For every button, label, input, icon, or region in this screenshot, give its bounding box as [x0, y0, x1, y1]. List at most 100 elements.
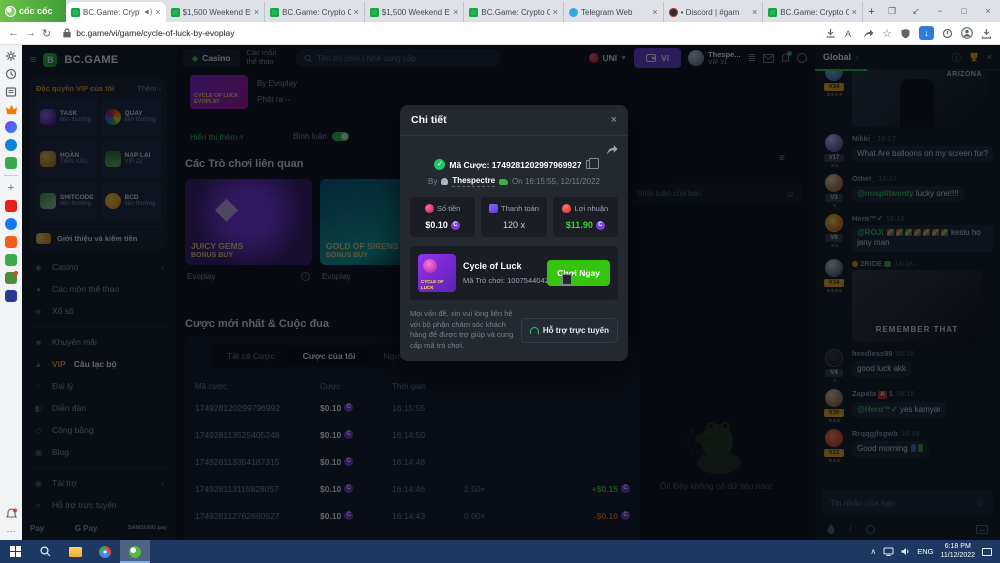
sync-icon[interactable]	[942, 28, 953, 39]
tab-telegram[interactable]: Telegram Web ×	[564, 2, 664, 22]
tab-bcgame-4[interactable]: BC.Game: Crypto Ca ×	[763, 2, 863, 22]
active-download-icon[interactable]: ↓	[919, 26, 934, 40]
profile-icon[interactable]	[961, 27, 973, 39]
zalo-icon[interactable]	[5, 139, 17, 151]
close-modal-icon[interactable]: ×	[611, 114, 617, 126]
system-tray: ∧ ENG 6:18 PM 11/12/2022	[870, 543, 1000, 561]
facebook-icon[interactable]	[5, 218, 17, 230]
plant-app-icon[interactable]	[5, 272, 17, 284]
forward-icon[interactable]: →	[25, 27, 36, 39]
url-text: bc.game/vi/game/cycle-of-luck-by-evoplay	[76, 28, 234, 38]
bcgame-favicon	[370, 8, 379, 17]
browser-side-rail: + ⋯	[0, 45, 22, 540]
support-note: Mọi vấn đề, xin vui lòng liên hệ với bộ …	[410, 309, 514, 351]
bookmark-star-icon[interactable]: ☆	[882, 27, 892, 40]
notifications-bell-icon[interactable]	[6, 508, 17, 520]
tray-expand-icon[interactable]: ∧	[870, 547, 876, 556]
crocodile-icon	[499, 179, 508, 185]
live-support-button[interactable]: Hỗ trợ trực tuyến	[521, 318, 618, 343]
game-title: Cycle of Luck	[463, 261, 540, 271]
play-now-button[interactable]: Chơi Ngay	[547, 260, 610, 286]
adblock-shield-icon[interactable]	[900, 28, 911, 39]
clock[interactable]: 6:18 PM 11/12/2022	[940, 543, 975, 561]
share-bet-icon[interactable]	[606, 144, 618, 155]
tab-bcgame-1[interactable]: BC.Game: Crypto ◄) ×	[66, 2, 166, 22]
history-icon[interactable]	[5, 68, 17, 80]
close-tab-icon[interactable]: ×	[155, 7, 160, 17]
close-window-button[interactable]: ×	[976, 0, 1000, 22]
language-indicator[interactable]: ENG	[917, 547, 933, 556]
close-tab-icon[interactable]: ×	[752, 7, 757, 17]
add-shortcut-icon[interactable]: +	[8, 182, 14, 194]
brand-label: cốc cốc	[19, 6, 53, 16]
collapse-icon[interactable]: ↙	[904, 0, 928, 22]
discord-favicon	[669, 8, 678, 17]
reading-list-icon[interactable]	[5, 86, 17, 98]
screen: cốc cốc BC.Game: Crypto ◄) × $1,500 Week…	[0, 0, 1000, 563]
new-tab-button[interactable]: +	[863, 2, 880, 22]
close-tab-icon[interactable]: ×	[553, 7, 558, 17]
audio-playing-icon[interactable]: ◄)	[143, 9, 152, 16]
chrome-icon[interactable]	[90, 540, 120, 563]
coccoc-brand: cốc cốc	[0, 0, 66, 22]
tab-weekend-2[interactable]: $1,500 Weekend Ev ×	[365, 2, 465, 22]
url-box[interactable]: bc.game/vi/game/cycle-of-luck-by-evoplay	[57, 28, 819, 38]
bcgame-favicon	[469, 8, 478, 17]
telegram-favicon	[569, 8, 578, 17]
more-icon[interactable]: ⋯	[7, 526, 16, 537]
modal-title: Chi tiết	[411, 114, 447, 126]
tab-discord[interactable]: • Discord | #gam ×	[664, 2, 764, 22]
close-tab-icon[interactable]: ×	[254, 7, 259, 17]
youtube-icon[interactable]	[5, 200, 17, 212]
browser-tab-bar: cốc cốc BC.Game: Crypto ◄) × $1,500 Week…	[0, 0, 1000, 22]
downloads-tray-icon[interactable]	[981, 28, 992, 39]
copy-icon[interactable]	[559, 276, 567, 285]
close-tab-icon[interactable]: ×	[652, 7, 657, 17]
game-thumbnail[interactable]: CYCLE OF LUCK	[418, 254, 456, 292]
bet-details-modal: Chi tiết × ✓ Mã Cược: 174928120299796992…	[400, 105, 628, 361]
tab-weekend-1[interactable]: $1,500 Weekend Ev ×	[166, 2, 266, 22]
tab-bcgame-3[interactable]: BC.Game: Crypto Ca ×	[464, 2, 564, 22]
close-tab-icon[interactable]: ×	[852, 7, 857, 17]
translate-icon[interactable]: A	[844, 28, 855, 39]
close-tab-icon[interactable]: ×	[453, 7, 458, 17]
close-tab-icon[interactable]: ×	[354, 7, 359, 17]
start-button[interactable]	[0, 540, 30, 563]
bet-id: Mã Cược: 1749281202997969927	[449, 160, 581, 170]
volume-icon[interactable]	[901, 547, 910, 556]
reload-icon[interactable]: ↻	[42, 27, 51, 40]
save-page-icon[interactable]	[825, 28, 836, 39]
shopee-app-icon[interactable]	[5, 236, 17, 248]
stat-payout: Thanh toán 120 x	[481, 197, 546, 237]
game-id: Mã Trò chơi: 1007544042...	[463, 276, 555, 285]
bet-username[interactable]: Thespectre	[452, 176, 495, 187]
coin-icon: C	[596, 221, 605, 230]
taskbar-search-icon[interactable]	[30, 540, 60, 563]
coccoc-taskbar-icon[interactable]	[120, 540, 150, 563]
maximize-button[interactable]: □	[952, 0, 976, 22]
file-explorer-icon[interactable]	[60, 540, 90, 563]
coin-icon: C	[451, 221, 460, 230]
network-icon[interactable]	[883, 547, 894, 556]
share-icon[interactable]	[863, 28, 874, 39]
minimize-button[interactable]: −	[928, 0, 952, 22]
verified-check-icon: ✓	[434, 159, 445, 170]
green-app-icon[interactable]	[5, 254, 17, 266]
amount-icon	[425, 204, 434, 213]
browser-address-bar: ← → ↻ bc.game/vi/game/cycle-of-luck-by-e…	[0, 22, 1000, 45]
crown-icon[interactable]	[5, 104, 18, 115]
settings-gear-icon[interactable]	[5, 50, 17, 62]
bet-timestamp: On 16:15:55, 12/11/2022	[512, 177, 600, 186]
back-icon[interactable]: ←	[8, 27, 19, 39]
copy-icon[interactable]	[586, 160, 594, 169]
snapshot-icon[interactable]: ❐	[880, 0, 904, 22]
game-art-circle	[423, 259, 437, 273]
gamepad-icon[interactable]	[5, 157, 17, 169]
action-center-icon[interactable]	[982, 548, 992, 556]
navy-app-icon[interactable]	[5, 290, 17, 302]
window-controls: ❐ ↙ − □ ×	[880, 0, 1000, 22]
game-info-card: CYCLE OF LUCK Cycle of Luck Mã Trò chơi:…	[410, 246, 618, 300]
tab-bcgame-2[interactable]: BC.Game: Crypto Ca ×	[265, 2, 365, 22]
bcgame-favicon	[768, 8, 777, 17]
messenger-icon[interactable]	[5, 121, 17, 133]
